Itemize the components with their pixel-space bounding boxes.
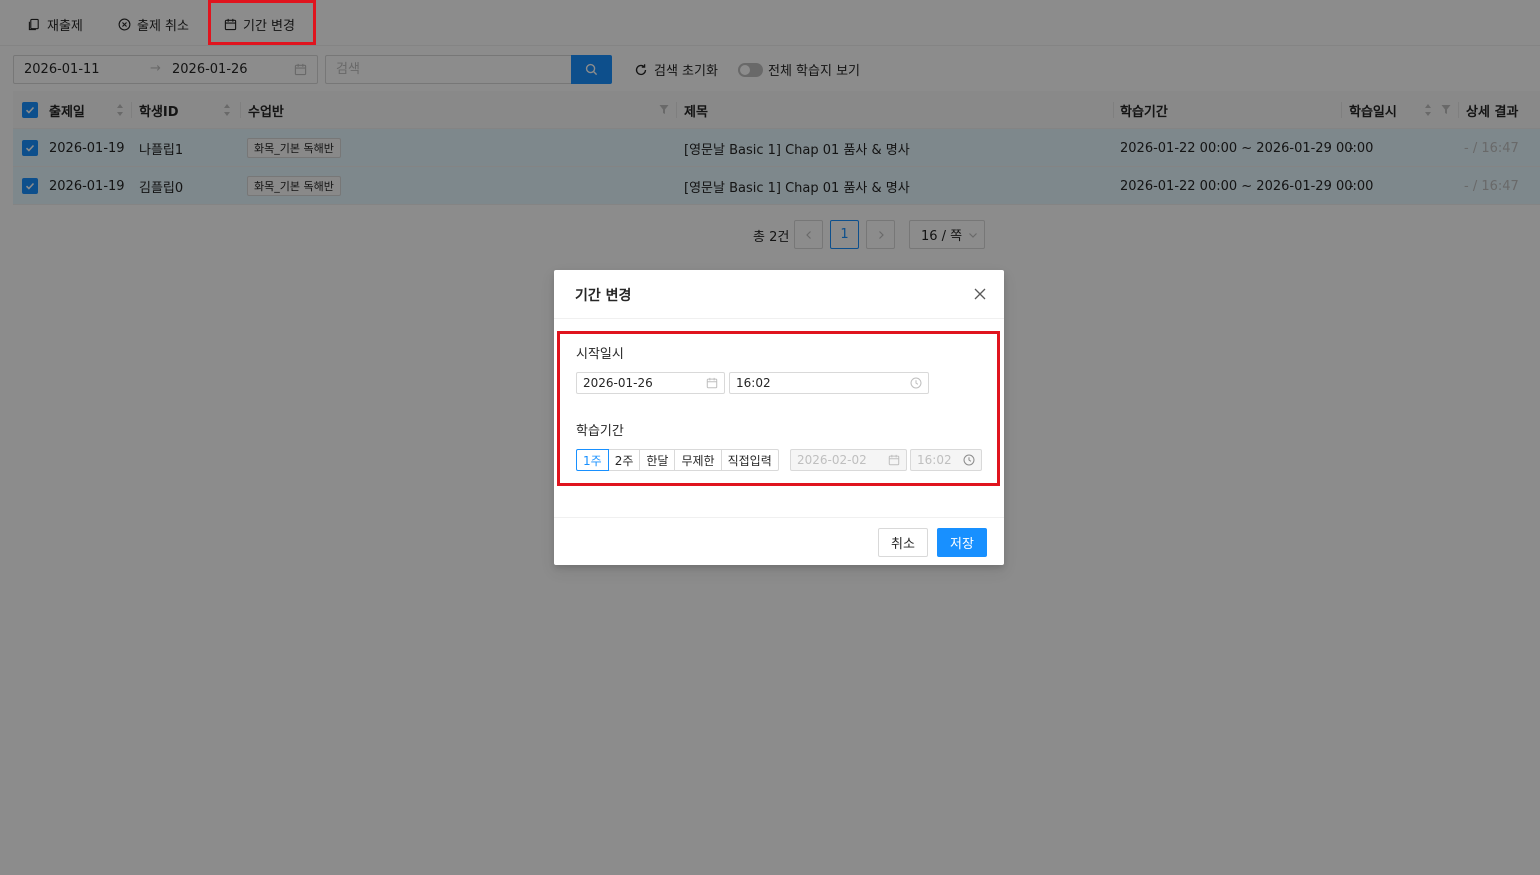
clock-icon (910, 377, 922, 389)
study-period-label: 학습기간 (576, 424, 624, 439)
start-time-picker[interactable]: 16:02 (729, 372, 929, 394)
start-date-picker[interactable]: 2026-01-26 (576, 372, 725, 394)
start-datetime-label: 시작일시 (576, 347, 624, 362)
calendar-icon (706, 377, 718, 389)
end-date-value: 2026-02-02 (797, 453, 867, 467)
calendar-icon (888, 454, 900, 466)
start-date-value: 2026-01-26 (583, 376, 653, 390)
period-option-1month[interactable]: 한달 (639, 449, 676, 471)
close-icon[interactable] (972, 286, 988, 302)
end-time-picker: 16:02 (910, 449, 982, 471)
period-option-1week[interactable]: 1주 (576, 449, 609, 471)
modal-header: 기간 변경 (554, 270, 1004, 319)
end-date-picker: 2026-02-02 (790, 449, 907, 471)
modal-title: 기간 변경 (575, 288, 632, 304)
end-time-value: 16:02 (917, 453, 952, 467)
clock-icon (963, 454, 975, 466)
save-button[interactable]: 저장 (937, 528, 987, 557)
period-option-custom[interactable]: 직접입력 (720, 449, 779, 471)
modal-footer: 취소 저장 (554, 517, 1004, 565)
period-option-2weeks[interactable]: 2주 (607, 449, 641, 471)
cancel-button[interactable]: 취소 (878, 528, 928, 557)
start-time-value: 16:02 (736, 376, 771, 390)
change-period-modal: 기간 변경 취소 저장 (554, 270, 1004, 565)
period-radio-group: 1주 2주 한달 무제한 직접입력 (576, 449, 779, 471)
period-option-unlimited[interactable]: 무제한 (674, 449, 722, 471)
